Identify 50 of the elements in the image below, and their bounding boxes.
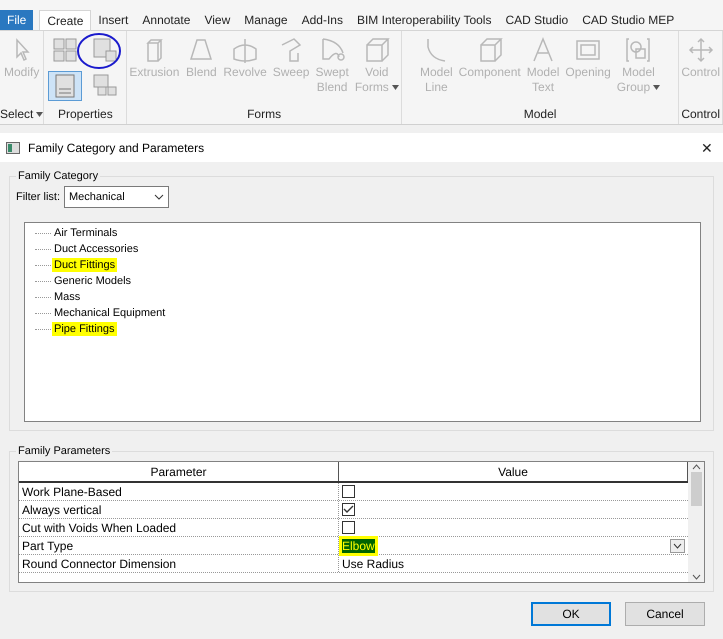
tree-item[interactable]: Mass [52, 290, 82, 304]
panel-title: Forms [246, 106, 282, 123]
tree-item[interactable]: Mechanical Equipment [52, 306, 168, 320]
dropdown-button[interactable] [670, 538, 685, 552]
window-icon [6, 142, 20, 154]
ribbon-tab[interactable]: CAD Studio MEP [575, 10, 682, 30]
window-title: Family Category and Parameters [28, 140, 206, 154]
parameter-name: Always vertical [19, 501, 339, 518]
tree-item[interactable]: Pipe Fittings [52, 322, 117, 336]
checkbox[interactable] [342, 521, 355, 534]
scrollbar[interactable] [688, 462, 704, 582]
chevron-icon [154, 194, 164, 200]
tree-item[interactable]: Duct Accessories [52, 242, 140, 256]
ribbon-tab[interactable]: Add-Ins [294, 10, 350, 30]
checkbox[interactable] [342, 485, 355, 498]
panel-title: Control [680, 106, 721, 123]
dialog-button[interactable]: Cancel [625, 602, 705, 626]
ribbon-tab[interactable]: Manage [237, 10, 295, 30]
parameter-name: Work Plane-Based [19, 483, 339, 500]
ribbon-tab[interactable]: Insert [91, 10, 136, 30]
tree-item[interactable]: Air Terminals [52, 226, 120, 240]
ribbon-tab[interactable]: CAD Studio [498, 10, 576, 30]
group-title: Family Parameters [17, 445, 112, 457]
ribbon-tab[interactable]: Annotate [135, 10, 198, 30]
parameter-name: Round Connector Dimension [19, 555, 339, 572]
scroll-up-icon[interactable] [692, 464, 700, 470]
tree-item[interactable]: Duct Fittings [52, 258, 118, 272]
parameter-value: Use Radius [342, 556, 404, 570]
parameter-value: Elbow [342, 538, 375, 552]
scroll-down-icon[interactable] [692, 574, 700, 580]
dialog-button[interactable]: OK [531, 602, 611, 626]
tool-toggle[interactable] [48, 71, 82, 101]
properties-icon[interactable] [53, 73, 78, 99]
chevron-icon [673, 542, 682, 548]
filter-label: Filter list: [16, 191, 60, 203]
ribbon-tab[interactable]: Create [39, 10, 92, 30]
scroll-thumb[interactable] [690, 472, 702, 506]
panel-title: Properties [57, 106, 114, 123]
parameter-name: Cut with Voids When Loaded [19, 519, 339, 536]
panel-title: Model [522, 106, 558, 123]
close-button[interactable]: ✕ [697, 140, 717, 156]
tree-item[interactable]: Generic Models [52, 274, 134, 288]
panel-title[interactable]: Select [0, 104, 44, 124]
ribbon-tab[interactable]: BIM Interoperability Tools [350, 10, 498, 30]
column-header: Parameter [19, 462, 339, 481]
file-tab[interactable]: File [0, 10, 34, 30]
group-title: Family Category [17, 170, 100, 182]
filter-dropdown[interactable]: Mechanical [64, 186, 169, 208]
checkbox[interactable] [342, 503, 355, 516]
ribbon-tab[interactable]: View [197, 10, 238, 30]
